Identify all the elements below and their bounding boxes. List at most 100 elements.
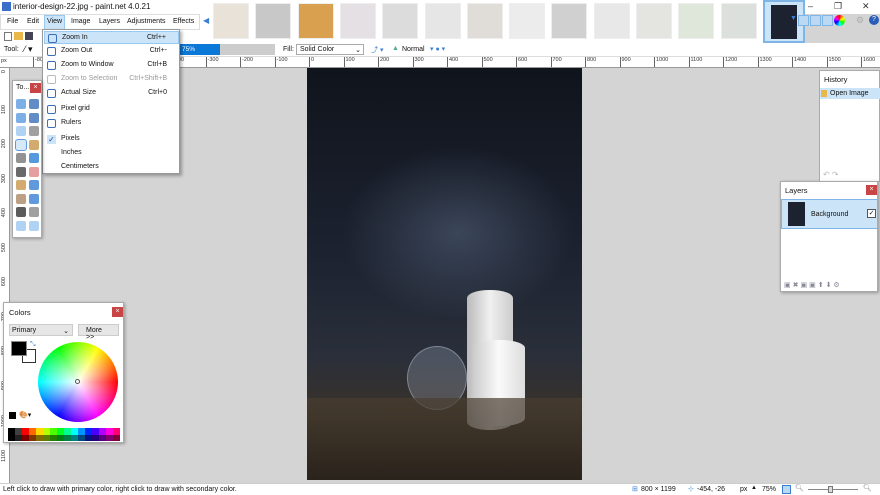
palette-swatch[interactable] xyxy=(78,434,85,441)
image-tab-thumbnail[interactable] xyxy=(509,3,546,39)
menu-layers[interactable]: Layers xyxy=(99,18,120,25)
alpha-blending-icon[interactable]: ▾ ● ▾ xyxy=(430,45,445,53)
image-tab-thumbnail[interactable] xyxy=(255,3,292,39)
color-mode-select[interactable]: Primary ⌄ xyxy=(9,324,73,336)
palette-swatch[interactable] xyxy=(99,434,106,441)
history-toggle-icon[interactable] xyxy=(809,15,821,26)
fill-select[interactable]: Solid Color ⌄ xyxy=(296,44,364,55)
palette-swatch[interactable] xyxy=(57,434,64,441)
tools-panel-close[interactable]: × xyxy=(30,83,41,93)
tool-button[interactable] xyxy=(16,220,26,231)
close-button[interactable]: ✕ xyxy=(862,1,870,12)
color-wheel-cursor[interactable] xyxy=(75,379,80,384)
menu-image[interactable]: Image xyxy=(71,18,90,25)
minimize-button[interactable]: – xyxy=(808,1,813,11)
palette-icon[interactable]: 🎨▾ xyxy=(19,411,31,419)
scroll-left-icon[interactable]: ◀ xyxy=(203,16,209,25)
image-tab-thumbnail[interactable] xyxy=(382,3,419,39)
zoom-in-icon[interactable]: 🔍︎ xyxy=(863,484,872,492)
palette-swatch[interactable] xyxy=(92,434,99,441)
tool-button[interactable] xyxy=(15,138,27,151)
tool-button[interactable] xyxy=(29,126,39,136)
view-menu-item[interactable]: Inches xyxy=(44,147,179,160)
tool-button[interactable] xyxy=(29,139,39,150)
zoom-slider-thumb[interactable] xyxy=(828,486,833,493)
palette-swatch[interactable] xyxy=(85,434,92,441)
palette-swatch[interactable] xyxy=(106,434,113,441)
tool-button[interactable] xyxy=(16,207,26,217)
menu-view[interactable]: View xyxy=(44,15,66,30)
blend-mode-select[interactable]: Normal xyxy=(402,46,425,53)
view-menu-item[interactable]: ✓ Pixels xyxy=(44,133,179,146)
tool-button[interactable] xyxy=(16,180,26,190)
palette-swatch[interactable] xyxy=(64,434,71,441)
colors-toggle-icon[interactable] xyxy=(833,15,845,26)
view-menu-item[interactable]: Actual Size Ctrl+0 xyxy=(44,87,179,100)
new-icon[interactable] xyxy=(4,32,12,41)
tool-button[interactable] xyxy=(29,99,39,109)
zoom-slider[interactable] xyxy=(808,489,858,490)
layer-row[interactable]: Background ✓ xyxy=(781,199,878,229)
view-menu-item[interactable]: Pixel grid xyxy=(44,103,179,116)
unit-dropdown-icon[interactable]: ▲ xyxy=(751,485,757,491)
tool-button[interactable] xyxy=(16,99,26,109)
image-canvas[interactable] xyxy=(307,68,582,480)
tool-button[interactable] xyxy=(16,112,26,123)
save-icon[interactable] xyxy=(25,32,33,40)
menu-edit[interactable]: Edit xyxy=(27,18,39,25)
palette-swatch[interactable] xyxy=(43,434,50,441)
image-tab-thumbnail[interactable] xyxy=(297,3,334,39)
layer-action-icons[interactable]: ▣✖▣▣⬆⬇⚙ xyxy=(784,281,842,289)
tool-button[interactable] xyxy=(29,207,39,217)
colors-panel-close[interactable]: × xyxy=(112,307,123,317)
menu-effects[interactable]: Effects xyxy=(173,18,194,25)
view-menu-item[interactable]: Zoom In Ctrl++ xyxy=(44,31,179,44)
palette-swatch[interactable] xyxy=(113,434,120,441)
open-icon[interactable] xyxy=(14,32,23,40)
view-menu-item[interactable]: Centimeters xyxy=(44,161,179,174)
zoom-level[interactable]: 75% xyxy=(762,486,776,493)
view-menu-item[interactable]: Zoom Out Ctrl+- xyxy=(44,45,179,58)
antialiasing-icon[interactable]: ⤴ ▾ xyxy=(371,45,383,55)
tool-button[interactable] xyxy=(29,166,39,177)
tool-button[interactable] xyxy=(16,153,26,163)
history-item[interactable]: Open Image xyxy=(820,88,880,99)
image-tab-thumbnail[interactable] xyxy=(339,3,376,39)
paintbrush-tool-icon[interactable]: ⁄ ▾ xyxy=(24,44,33,55)
unit-select[interactable]: px xyxy=(740,486,747,493)
image-tab-thumbnail[interactable] xyxy=(424,3,461,39)
menu-file[interactable]: File xyxy=(7,18,18,25)
menu-adjustments[interactable]: Adjustments xyxy=(127,18,166,25)
view-menu-item[interactable]: Rulers xyxy=(44,117,179,130)
image-tab-thumbnail[interactable] xyxy=(551,3,588,39)
palette-swatch[interactable] xyxy=(8,434,15,441)
image-tab-thumbnail[interactable] xyxy=(213,3,249,39)
image-tab-thumbnail[interactable] xyxy=(636,3,672,39)
tool-button[interactable] xyxy=(29,180,39,190)
add-color-icon[interactable] xyxy=(9,412,16,419)
tool-button[interactable] xyxy=(16,166,26,177)
image-tab-thumbnail[interactable] xyxy=(678,3,715,39)
palette-swatch[interactable] xyxy=(29,434,36,441)
image-tab-thumbnail[interactable] xyxy=(720,3,757,39)
tool-button[interactable] xyxy=(16,126,26,136)
tool-button[interactable] xyxy=(29,220,39,231)
view-menu-item[interactable]: Zoom to Selection Ctrl+Shift+B xyxy=(44,73,179,86)
palette-swatch[interactable] xyxy=(36,434,43,441)
tool-button[interactable] xyxy=(29,193,39,204)
tool-button[interactable] xyxy=(29,153,39,163)
image-tab-thumbnail[interactable] xyxy=(593,3,630,39)
help-icon[interactable]: ? xyxy=(869,15,879,25)
zoom-to-window-icon[interactable] xyxy=(782,485,791,494)
palette-swatch[interactable] xyxy=(15,434,22,441)
view-menu-item[interactable]: Zoom to Window Ctrl+B xyxy=(44,59,179,72)
brush-width-slider[interactable]: 75% xyxy=(180,44,275,55)
palette-swatch[interactable] xyxy=(71,434,78,441)
tool-button[interactable] xyxy=(16,193,26,204)
zoom-out-icon[interactable]: 🔍︎ xyxy=(795,484,804,492)
layers-toggle-icon[interactable] xyxy=(821,15,833,26)
tools-toggle-icon[interactable] xyxy=(797,15,809,26)
tool-button[interactable] xyxy=(29,112,39,123)
color-wheel[interactable] xyxy=(38,342,118,422)
palette-swatch[interactable] xyxy=(50,434,57,441)
